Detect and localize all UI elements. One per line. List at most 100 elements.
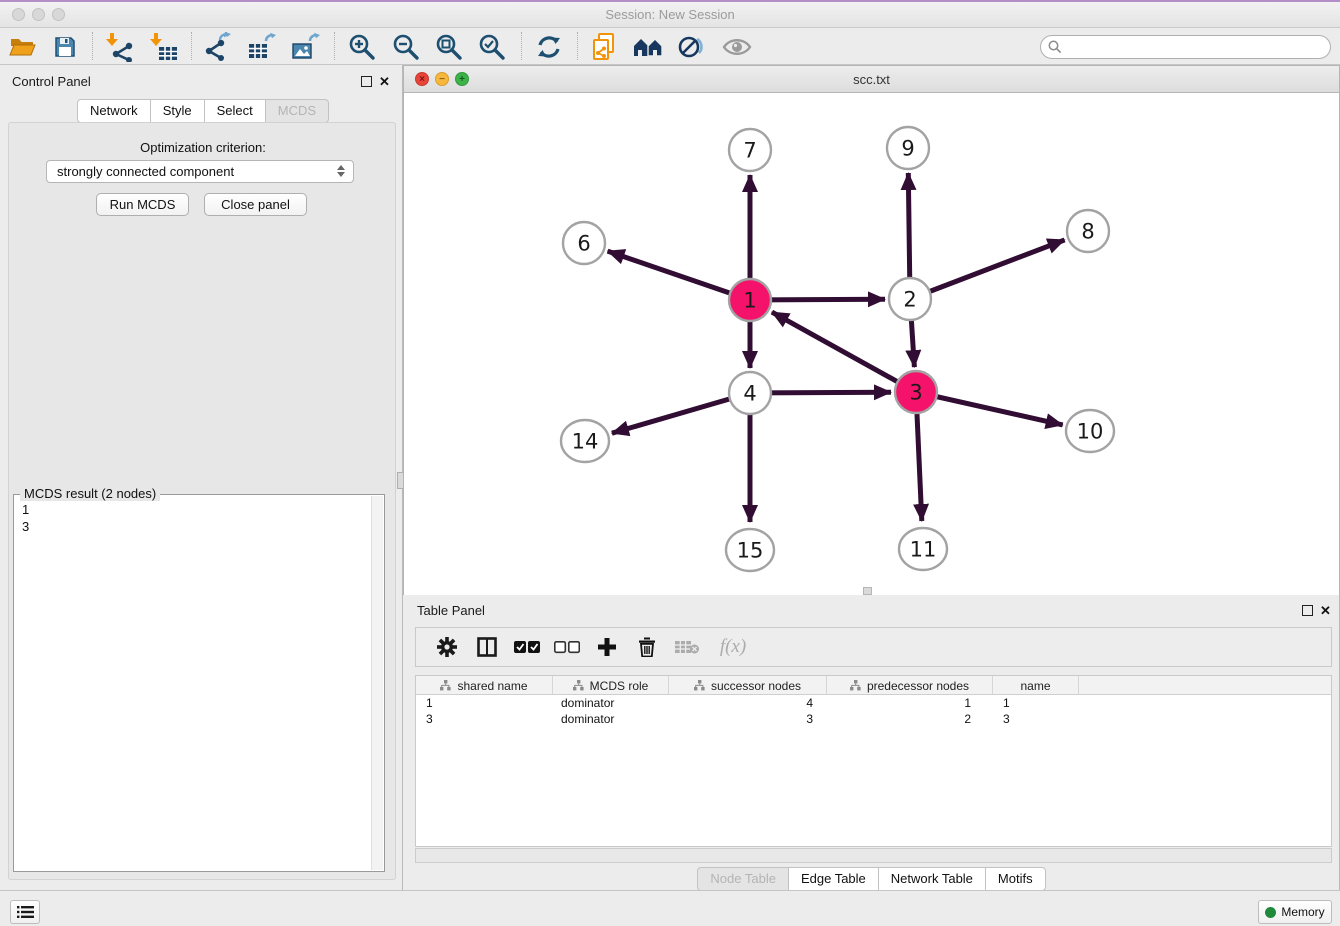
column-type-icon xyxy=(850,680,861,691)
table-panel: Table Panel ✕ xyxy=(403,595,1340,890)
result-scrollbar[interactable] xyxy=(371,496,383,870)
cell-predecessor-nodes[interactable]: 1 xyxy=(827,695,993,711)
hide-details-icon[interactable] xyxy=(674,31,708,63)
tab-edge-table[interactable]: Edge Table xyxy=(789,867,879,891)
mcds-panel: Optimization criterion: strongly connect… xyxy=(8,122,396,880)
graph-edge-1-6[interactable] xyxy=(608,251,750,300)
close-panel-icon[interactable]: ✕ xyxy=(379,76,390,87)
export-image-icon[interactable] xyxy=(289,31,323,63)
mcds-result-box: MCDS result (2 nodes) 1 3 xyxy=(13,494,385,872)
tab-mcds[interactable]: MCDS xyxy=(266,99,329,123)
memory-status-icon xyxy=(1265,907,1276,918)
dropdown-value: strongly connected component xyxy=(57,164,234,179)
run-mcds-button[interactable]: Run MCDS xyxy=(96,193,189,216)
table-tabs: Node Table Edge Table Network Table Moti… xyxy=(403,867,1340,891)
table-horizontal-scrollbar[interactable] xyxy=(415,848,1332,863)
app-titlebar: Session: New Session xyxy=(0,2,1340,28)
control-panel: Control Panel ✕ Network Style Select MCD… xyxy=(0,65,403,890)
clone-network-icon[interactable] xyxy=(588,31,622,63)
column-header-shared-name[interactable]: shared name xyxy=(416,676,553,695)
network-canvas[interactable]: 7968124314101511 xyxy=(404,93,1339,595)
cell-name[interactable]: 3 xyxy=(993,711,1079,727)
table-header-row: shared name MCDS role successor nodes pr… xyxy=(416,676,1331,695)
column-header-successor-nodes[interactable]: successor nodes xyxy=(669,676,827,695)
optimization-criterion-label: Optimization criterion: xyxy=(9,140,397,155)
task-history-button[interactable] xyxy=(10,900,40,924)
cell-predecessor-nodes[interactable]: 2 xyxy=(827,711,993,727)
tab-network-table[interactable]: Network Table xyxy=(879,867,986,891)
delete-table-icon xyxy=(674,633,700,661)
tab-network[interactable]: Network xyxy=(77,99,151,123)
search-field[interactable] xyxy=(1040,35,1331,59)
tab-motifs[interactable]: Motifs xyxy=(986,867,1046,891)
refresh-icon[interactable] xyxy=(532,31,566,63)
application-window: Session: New Session xyxy=(0,0,1340,926)
import-table-icon[interactable] xyxy=(147,31,181,63)
memory-button[interactable]: Memory xyxy=(1258,900,1332,924)
export-network-icon[interactable] xyxy=(201,31,235,63)
float-panel-icon[interactable] xyxy=(361,76,372,87)
result-line: 3 xyxy=(22,518,29,535)
close-panel-button[interactable]: Close panel xyxy=(204,193,307,216)
cell-mcds-role[interactable]: dominator xyxy=(553,695,669,711)
graph-node-label-14: 14 xyxy=(572,430,599,454)
graph-edge-3-10[interactable] xyxy=(916,392,1063,425)
graph-node-label-3: 3 xyxy=(909,381,922,405)
column-type-icon xyxy=(573,680,584,691)
column-type-icon xyxy=(440,680,451,691)
zoom-selected-icon[interactable] xyxy=(475,31,509,63)
app-title: Session: New Session xyxy=(0,7,1340,22)
cell-mcds-role[interactable]: dominator xyxy=(553,711,669,727)
node-table: shared name MCDS role successor nodes pr… xyxy=(415,675,1332,847)
memory-label: Memory xyxy=(1281,905,1324,919)
result-line: 1 xyxy=(22,501,29,518)
function-builder-icon: f(x) xyxy=(714,633,752,661)
optimization-criterion-dropdown[interactable]: strongly connected component xyxy=(46,160,354,183)
cell-successor-nodes[interactable]: 3 xyxy=(669,711,827,727)
export-table-icon[interactable] xyxy=(245,31,279,63)
graph-node-label-1: 1 xyxy=(743,289,756,313)
table-row[interactable]: 1 dominator 4 1 1 xyxy=(416,695,1331,711)
column-header-predecessor-nodes[interactable]: predecessor nodes xyxy=(827,676,993,695)
graph-node-label-15: 15 xyxy=(737,539,764,563)
float-table-panel-icon[interactable] xyxy=(1302,605,1313,616)
tab-style[interactable]: Style xyxy=(151,99,205,123)
show-details-icon[interactable] xyxy=(720,31,754,63)
delete-columns-icon[interactable] xyxy=(634,633,660,661)
list-icon xyxy=(17,905,34,919)
select-all-columns-icon[interactable] xyxy=(514,633,540,661)
table-toolbar: f(x) xyxy=(415,627,1332,667)
first-neighbors-icon[interactable] xyxy=(631,31,665,63)
graph-edge-3-1[interactable] xyxy=(772,312,916,392)
column-header-name[interactable]: name xyxy=(993,676,1079,695)
graph-edge-2-8[interactable] xyxy=(910,240,1065,299)
mcds-result-text[interactable]: 1 3 xyxy=(22,501,29,535)
save-session-icon[interactable] xyxy=(48,31,82,63)
column-header-filler xyxy=(1079,676,1331,695)
cell-name[interactable]: 1 xyxy=(993,695,1079,711)
tab-select[interactable]: Select xyxy=(205,99,266,123)
control-panel-title: Control Panel xyxy=(12,74,91,89)
tab-node-table[interactable]: Node Table xyxy=(697,867,789,891)
graph-node-label-10: 10 xyxy=(1077,420,1104,444)
cell-successor-nodes[interactable]: 4 xyxy=(669,695,827,711)
import-network-icon[interactable] xyxy=(103,31,137,63)
column-layout-icon[interactable] xyxy=(474,633,500,661)
add-column-icon[interactable] xyxy=(594,633,620,661)
zoom-fit-icon[interactable] xyxy=(432,31,466,63)
cell-shared-name[interactable]: 3 xyxy=(416,711,553,727)
zoom-in-icon[interactable] xyxy=(345,31,379,63)
column-header-mcds-role[interactable]: MCDS role xyxy=(553,676,669,695)
search-icon xyxy=(1048,40,1062,54)
close-table-panel-icon[interactable]: ✕ xyxy=(1320,605,1331,616)
table-row[interactable]: 3 dominator 3 2 3 xyxy=(416,711,1331,727)
open-file-icon[interactable] xyxy=(6,31,40,63)
zoom-out-icon[interactable] xyxy=(389,31,423,63)
cell-shared-name[interactable]: 1 xyxy=(416,695,553,711)
unselect-all-columns-icon[interactable] xyxy=(554,633,580,661)
settings-gear-icon[interactable] xyxy=(434,633,460,661)
horizontal-divider-grip[interactable] xyxy=(863,587,872,595)
graph-node-label-4: 4 xyxy=(743,382,756,406)
graph-node-label-11: 11 xyxy=(910,538,937,562)
search-input[interactable] xyxy=(1062,40,1312,55)
